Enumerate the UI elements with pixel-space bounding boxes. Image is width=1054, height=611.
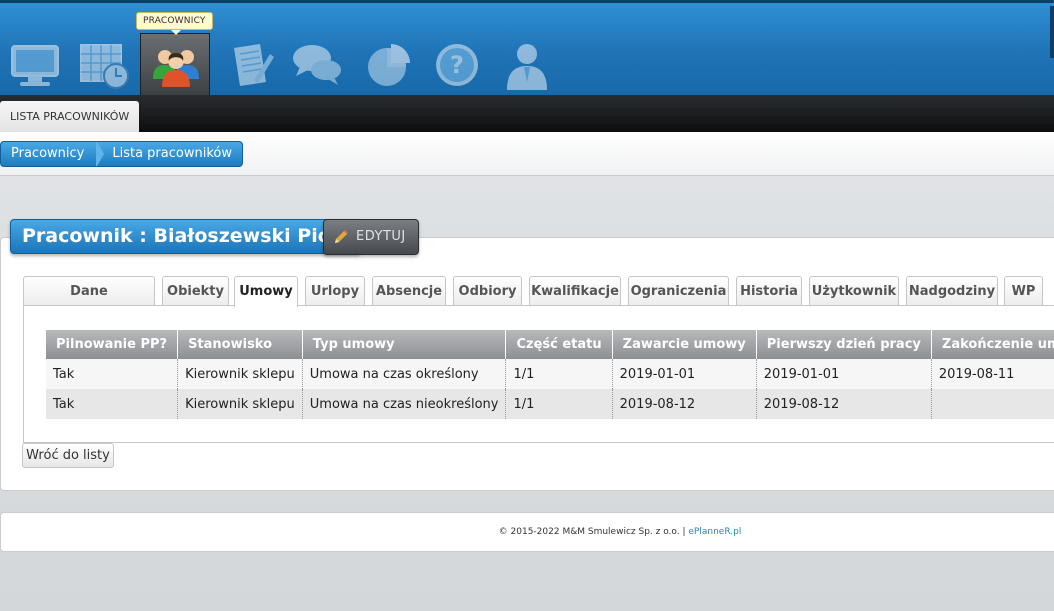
- svg-text:?: ?: [450, 51, 464, 79]
- employees-tab-active[interactable]: [140, 33, 210, 99]
- breadcrumb-item-employee-list[interactable]: Lista pracowników: [102, 142, 242, 166]
- user-profile-icon[interactable]: [500, 40, 554, 90]
- column-header-guarding[interactable]: Pilnowanie PP?: [46, 330, 179, 359]
- table-header-row: Pilnowanie PP? Stanowisko Typ umowy Częś…: [46, 330, 1054, 359]
- tab-restrictions[interactable]: Ograniczenia: [628, 276, 729, 306]
- tab-objects[interactable]: Obiekty: [162, 276, 229, 306]
- edit-button[interactable]: EDYTUJ: [323, 219, 419, 255]
- column-header-contract-end[interactable]: Zakończenie umowy: [931, 330, 1054, 359]
- page-title: Pracownik : Białoszewski Piotr: [10, 219, 362, 254]
- cell-contract-type: Umowa na czas nieokreślony: [302, 389, 507, 419]
- cell-fte: 1/1: [505, 389, 613, 419]
- tab-qualifications[interactable]: Kwalifikacje: [529, 276, 621, 306]
- tab-contracts[interactable]: Umowy: [234, 276, 298, 307]
- breadcrumb: Pracownicy Lista pracowników: [0, 141, 243, 167]
- notepad-icon[interactable]: [226, 40, 280, 90]
- edit-button-label: EDYTUJ: [356, 229, 406, 244]
- calendar-clock-icon[interactable]: [78, 40, 132, 90]
- cell-contract-type: Umowa na czas określony: [302, 359, 507, 389]
- back-to-list-button[interactable]: Wróć do listy: [22, 443, 114, 468]
- chat-icon[interactable]: [290, 40, 344, 90]
- cell-first-day: 2019-01-01: [756, 359, 932, 389]
- employees-icon: [153, 50, 199, 87]
- tab-history[interactable]: Historia: [736, 276, 802, 306]
- submenu-tab-employee-list[interactable]: LISTA PRACOWNIKÓW: [0, 101, 140, 132]
- nav-tooltip: PRACOWNICY: [136, 12, 213, 35]
- cell-contract-date: 2019-08-12: [612, 389, 757, 419]
- pencil-icon: [335, 230, 348, 243]
- table-row[interactable]: Tak Kierownik sklepu Umowa na czas nieok…: [46, 389, 1054, 419]
- cell-contract-end: 2019-08-11: [931, 359, 1054, 389]
- sub-navigation: LISTA PRACOWNIKÓW: [0, 95, 1054, 132]
- tab-absences[interactable]: Absencje: [372, 276, 446, 306]
- tab-user[interactable]: Użytkownik: [809, 276, 899, 306]
- column-header-first-day[interactable]: Pierwszy dzień pracy: [756, 330, 932, 359]
- cell-guarding: Tak: [46, 389, 179, 419]
- pie-chart-icon[interactable]: [362, 40, 416, 90]
- cell-first-day: 2019-08-12: [756, 389, 932, 419]
- breadcrumb-bar: Pracownicy Lista pracowników: [0, 132, 1054, 176]
- footer-copyright: © 2015-2022 M&M Smulewicz Sp. z o.o. |: [498, 527, 689, 537]
- main-navigation-bar: ? PRACOWNICY: [0, 0, 1054, 99]
- footer: © 2015-2022 M&M Smulewicz Sp. z o.o. | e…: [0, 512, 1054, 552]
- footer-link-eplanner[interactable]: ePlanneR.pl: [688, 527, 741, 537]
- column-header-contract-type[interactable]: Typ umowy: [302, 330, 507, 359]
- tab-overtime[interactable]: Nadgodziny: [906, 276, 998, 306]
- window-edge: [1050, 6, 1054, 58]
- tab-basic-data[interactable]: Dane podstawowe: [23, 276, 155, 329]
- contracts-table: Pilnowanie PP? Stanowisko Typ umowy Częś…: [46, 330, 1054, 419]
- column-header-contract-date[interactable]: Zawarcie umowy: [612, 330, 757, 359]
- cell-position: Kierownik sklepu: [177, 389, 303, 419]
- monitor-icon[interactable]: [8, 40, 62, 90]
- table-row[interactable]: Tak Kierownik sklepu Umowa na czas okreś…: [46, 359, 1054, 389]
- column-header-position[interactable]: Stanowisko: [177, 330, 303, 359]
- cell-contract-date: 2019-01-01: [612, 359, 757, 389]
- tab-leaves[interactable]: Urlopy: [305, 276, 365, 306]
- cell-position: Kierownik sklepu: [177, 359, 303, 389]
- help-icon[interactable]: ?: [430, 40, 484, 90]
- tab-pickups[interactable]: Odbiory: [453, 276, 522, 306]
- breadcrumb-item-employees[interactable]: Pracownicy: [1, 142, 105, 166]
- cell-guarding: Tak: [46, 359, 179, 389]
- column-header-fte[interactable]: Część etatu: [505, 330, 613, 359]
- cell-contract-end: [931, 389, 1054, 419]
- tab-wp[interactable]: WP: [1004, 276, 1043, 306]
- cell-fte: 1/1: [505, 359, 613, 389]
